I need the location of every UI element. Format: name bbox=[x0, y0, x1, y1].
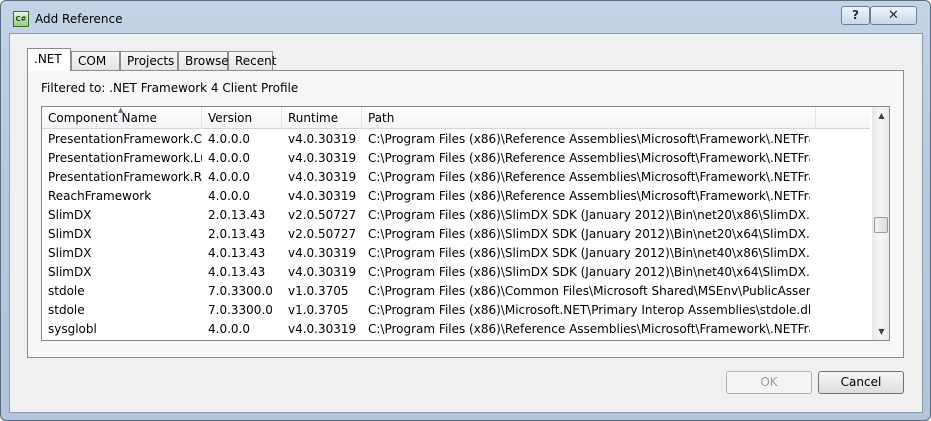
cell-version: 2.0.13.43 bbox=[208, 227, 266, 241]
cell-runtime: v2.0.50727 bbox=[288, 208, 357, 222]
component-list[interactable]: ▲ Component Name Version Runtime Path Pr… bbox=[41, 106, 890, 341]
column-header-label: Component Name bbox=[48, 111, 157, 125]
cell-runtime: v4.0.30319 bbox=[288, 246, 357, 260]
table-row[interactable]: PresentationFramework.Lu... 4.0.0.0 v4.0… bbox=[42, 149, 870, 168]
cell-path: C:\Program Files (x86)\Reference Assembl… bbox=[368, 322, 810, 336]
cell-runtime: v1.0.3705 bbox=[288, 303, 349, 317]
cell-component-name: SlimDX bbox=[48, 208, 92, 222]
cell-path: C:\Program Files (x86)\SlimDX SDK (Janua… bbox=[368, 246, 810, 260]
list-rows: PresentationFramework.Cl... 4.0.0.0 v4.0… bbox=[42, 130, 870, 339]
scroll-down-arrow-icon[interactable]: ▼ bbox=[873, 323, 889, 340]
dialog-client-area: .NET COM Projects Browse Recent Filtered… bbox=[9, 33, 923, 413]
filter-label: Filtered to: .NET Framework 4 Client Pro… bbox=[41, 81, 299, 95]
cell-version: 7.0.3300.0 bbox=[208, 284, 273, 298]
cell-component-name: stdole bbox=[48, 284, 85, 298]
cell-version: 2.0.13.43 bbox=[208, 208, 266, 222]
table-row[interactable]: SlimDX 4.0.13.43 v4.0.30319 C:\Program F… bbox=[42, 263, 870, 282]
help-button[interactable]: ? bbox=[841, 6, 870, 25]
cell-component-name: SlimDX bbox=[48, 246, 92, 260]
vertical-scrollbar[interactable]: ▲ ▼ bbox=[872, 107, 889, 340]
cell-runtime: v4.0.30319 bbox=[288, 265, 357, 279]
table-row[interactable]: stdole 7.0.3300.0 v1.0.3705 C:\Program F… bbox=[42, 301, 870, 320]
cell-version: 4.0.0.0 bbox=[208, 189, 250, 203]
close-icon: ✕ bbox=[888, 8, 899, 23]
table-row[interactable]: stdole 7.0.3300.0 v1.0.3705 C:\Program F… bbox=[42, 282, 870, 301]
cell-version: 4.0.0.0 bbox=[208, 322, 250, 336]
table-row[interactable]: SlimDX 2.0.13.43 v2.0.50727 C:\Program F… bbox=[42, 225, 870, 244]
cell-version: 7.0.3300.0 bbox=[208, 303, 273, 317]
cell-component-name: SlimDX bbox=[48, 265, 92, 279]
cell-path: C:\Program Files (x86)\Common Files\Micr… bbox=[368, 284, 810, 298]
help-icon: ? bbox=[852, 8, 859, 22]
list-header: ▲ Component Name Version Runtime Path bbox=[42, 107, 870, 129]
table-row[interactable]: SlimDX 4.0.13.43 v4.0.30319 C:\Program F… bbox=[42, 244, 870, 263]
sort-ascending-icon: ▲ bbox=[118, 106, 124, 114]
cell-runtime: v4.0.30319 bbox=[288, 189, 357, 203]
cell-path: C:\Program Files (x86)\Reference Assembl… bbox=[368, 189, 810, 203]
cancel-button[interactable]: Cancel bbox=[818, 371, 904, 394]
cell-version: 4.0.0.0 bbox=[208, 170, 250, 184]
cell-runtime: v4.0.30319 bbox=[288, 170, 357, 184]
scroll-thumb[interactable] bbox=[874, 217, 888, 233]
table-row[interactable]: PresentationFramework.Cl... 4.0.0.0 v4.0… bbox=[42, 130, 870, 149]
cell-component-name: stdole bbox=[48, 303, 85, 317]
tab-projects[interactable]: Projects bbox=[120, 51, 178, 71]
column-header-version[interactable]: Version bbox=[202, 107, 282, 129]
cell-path: C:\Program Files (x86)\Reference Assembl… bbox=[368, 132, 810, 146]
cell-runtime: v4.0.30319 bbox=[288, 151, 357, 165]
cell-version: 4.0.13.43 bbox=[208, 246, 266, 260]
dialog-title: Add Reference bbox=[35, 12, 123, 26]
table-row[interactable]: ReachFramework 4.0.0.0 v4.0.30319 C:\Pro… bbox=[42, 187, 870, 206]
cell-path: C:\Program Files (x86)\SlimDX SDK (Janua… bbox=[368, 265, 810, 279]
scroll-up-arrow-icon[interactable]: ▲ bbox=[873, 107, 889, 124]
cell-path: C:\Program Files (x86)\Reference Assembl… bbox=[368, 151, 810, 165]
cell-component-name: sysglobl bbox=[48, 322, 97, 336]
tab-recent[interactable]: Recent bbox=[228, 51, 276, 71]
dotnet-tab-panel: Filtered to: .NET Framework 4 Client Pro… bbox=[27, 70, 904, 358]
cell-component-name: ReachFramework bbox=[48, 189, 152, 203]
add-reference-dialog: C# Add Reference ? ✕ .NET COM Projects B… bbox=[0, 0, 931, 421]
csharp-app-icon: C# bbox=[13, 11, 29, 27]
table-row[interactable]: sysglobl 4.0.0.0 v4.0.30319 C:\Program F… bbox=[42, 320, 870, 339]
cell-runtime: v4.0.30319 bbox=[288, 132, 357, 146]
cell-runtime: v1.0.3705 bbox=[288, 284, 349, 298]
cell-path: C:\Program Files (x86)\SlimDX SDK (Janua… bbox=[368, 227, 810, 241]
column-header-component-name[interactable]: ▲ Component Name bbox=[42, 107, 202, 129]
cell-runtime: v2.0.50727 bbox=[288, 227, 357, 241]
cell-path: C:\Program Files (x86)\Reference Assembl… bbox=[368, 170, 810, 184]
tab-dotnet[interactable]: .NET bbox=[27, 48, 71, 71]
column-header-path[interactable]: Path bbox=[362, 107, 816, 129]
cell-version: 4.0.0.0 bbox=[208, 151, 250, 165]
table-row[interactable]: PresentationFramework.R... 4.0.0.0 v4.0.… bbox=[42, 168, 870, 187]
cell-version: 4.0.13.43 bbox=[208, 265, 266, 279]
cell-component-name: PresentationFramework.R... bbox=[48, 170, 202, 184]
close-button[interactable]: ✕ bbox=[870, 6, 917, 25]
title-bar[interactable]: C# Add Reference ? ✕ bbox=[1, 1, 930, 35]
cell-component-name: SlimDX bbox=[48, 227, 92, 241]
cell-component-name: PresentationFramework.Lu... bbox=[48, 151, 202, 165]
column-header-runtime[interactable]: Runtime bbox=[282, 107, 362, 129]
cell-path: C:\Program Files (x86)\Microsoft.NET\Pri… bbox=[368, 303, 810, 317]
ok-button[interactable]: OK bbox=[726, 371, 812, 394]
tab-com[interactable]: COM bbox=[71, 51, 120, 71]
cell-version: 4.0.0.0 bbox=[208, 132, 250, 146]
tab-browse[interactable]: Browse bbox=[178, 51, 229, 71]
cell-component-name: PresentationFramework.Cl... bbox=[48, 132, 202, 146]
cell-path: C:\Program Files (x86)\SlimDX SDK (Janua… bbox=[368, 208, 810, 222]
cell-runtime: v4.0.30319 bbox=[288, 322, 357, 336]
table-row[interactable]: SlimDX 2.0.13.43 v2.0.50727 C:\Program F… bbox=[42, 206, 870, 225]
